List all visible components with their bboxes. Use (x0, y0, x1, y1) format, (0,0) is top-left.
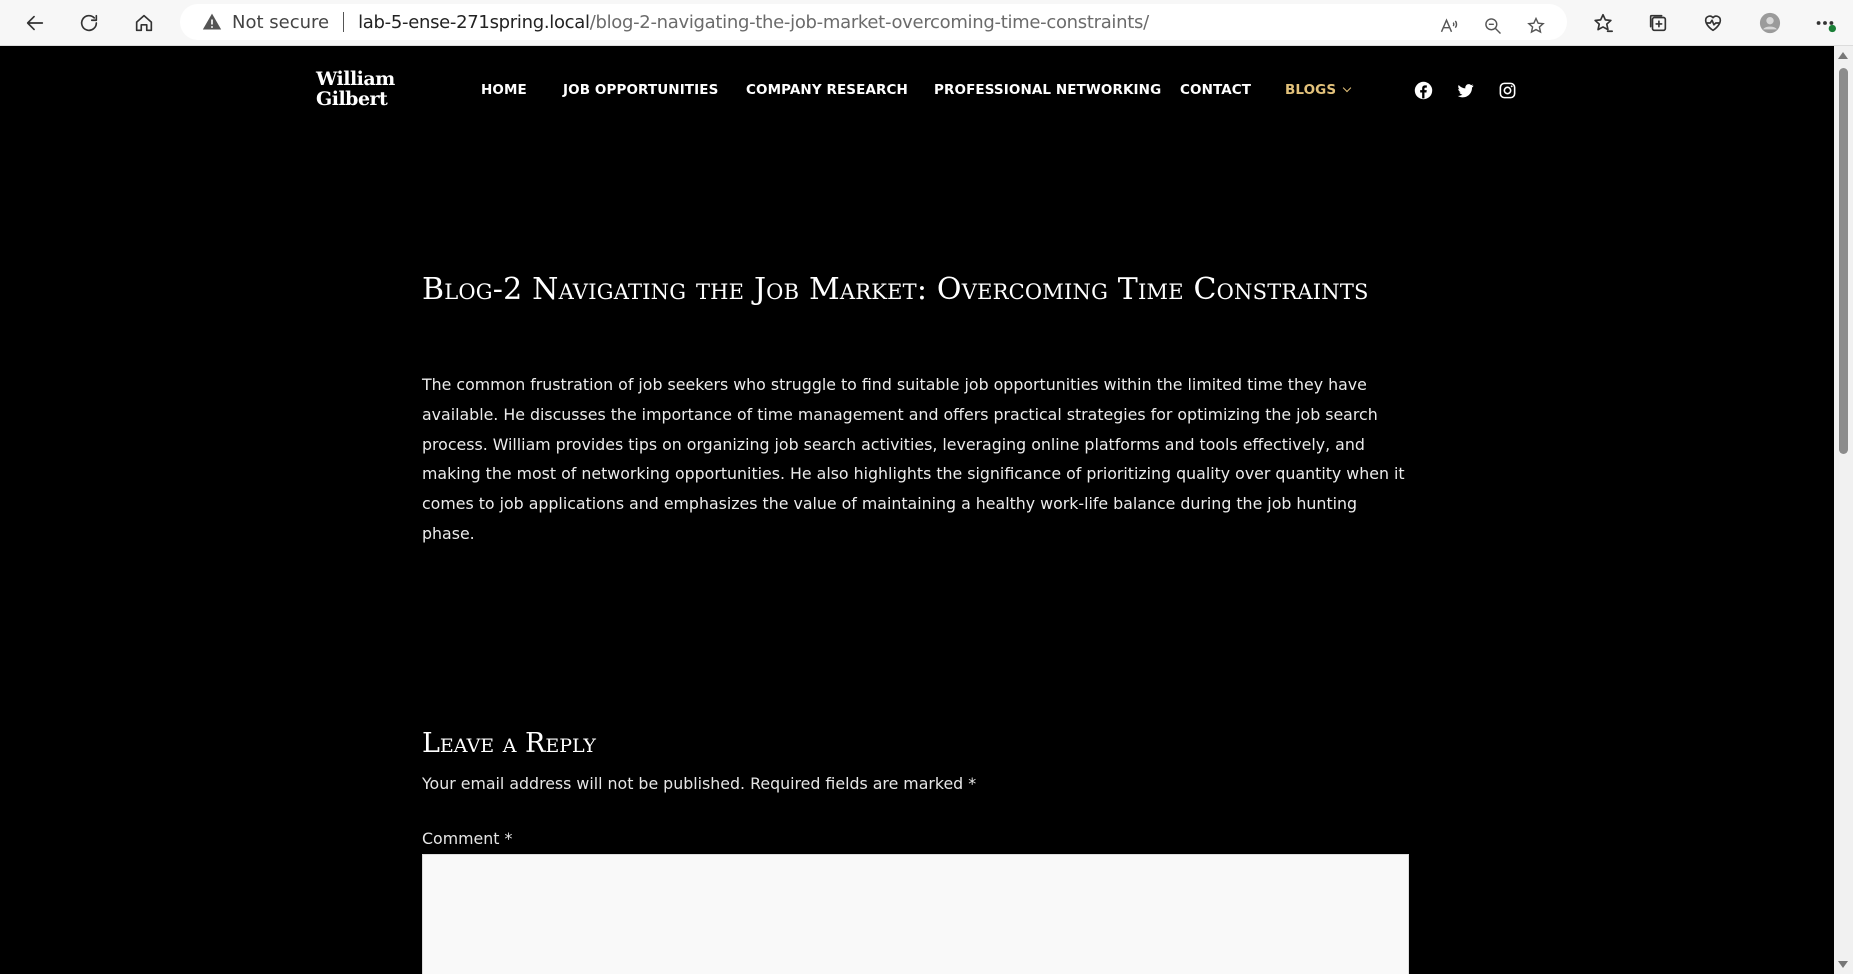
browser-essentials-button[interactable] (1696, 6, 1730, 40)
avatar-icon (1759, 12, 1781, 34)
heart-pulse-icon (1704, 15, 1722, 32)
comment-label-text: Comment (422, 829, 500, 848)
scroll-down-icon[interactable] (1838, 961, 1848, 968)
url-host: lab-5-ense-271spring.local (358, 11, 590, 33)
nav-job-opportunities[interactable]: JOB OPPORTUNITIES (563, 82, 718, 98)
more-icon (1816, 21, 1836, 33)
nav-blogs-label: BLOGS (1285, 82, 1337, 98)
warning-icon (202, 13, 222, 30)
nav-home[interactable]: HOME (481, 82, 527, 98)
nav-blogs[interactable]: BLOGS (1285, 82, 1352, 98)
collections-icon (1649, 14, 1667, 32)
facebook-link[interactable] (1413, 80, 1433, 100)
scroll-up-icon[interactable] (1838, 52, 1848, 59)
arrow-left-icon (26, 15, 44, 31)
twitter-link[interactable] (1455, 80, 1475, 100)
home-icon (135, 14, 153, 32)
security-label[interactable]: Not secure (232, 12, 329, 33)
vertical-scrollbar[interactable] (1834, 46, 1853, 974)
divider (343, 12, 345, 32)
comment-textarea[interactable] (422, 854, 1409, 974)
required-asterisk: * (968, 774, 977, 793)
browser-toolbar: Not secure lab-5-ense-271spring.local/bl… (0, 0, 1853, 46)
add-favorite-button[interactable] (1523, 13, 1549, 39)
read-aloud-button[interactable] (1436, 13, 1462, 39)
reload-icon (80, 14, 98, 32)
nav-professional-networking[interactable]: PROFESSIONAL NETWORKING (934, 82, 1161, 98)
notes-privacy: Your email address will not be published… (422, 774, 746, 793)
required-asterisk: * (504, 829, 513, 848)
url-path: /blog-2-navigating-the-job-market-overco… (589, 11, 1149, 33)
instagram-link[interactable] (1497, 80, 1517, 100)
notes-required: Required fields are marked (750, 774, 964, 793)
twitter-icon (1457, 83, 1473, 97)
star-plus-icon (1527, 16, 1545, 34)
post-title: Blog-2 Navigating the Job Market: Overco… (422, 272, 1369, 307)
instagram-icon (1499, 82, 1515, 98)
scrollbar-thumb[interactable] (1839, 68, 1848, 454)
zoom-out-icon (1485, 18, 1502, 35)
favorites-button[interactable] (1586, 6, 1620, 40)
zoom-button[interactable] (1480, 13, 1506, 39)
profile-button[interactable] (1753, 6, 1787, 40)
settings-menu-button[interactable] (1808, 6, 1842, 40)
facebook-icon (1414, 81, 1432, 99)
read-aloud-icon (1440, 18, 1458, 33)
favorites-icon (1594, 13, 1613, 33)
home-button[interactable] (127, 6, 161, 40)
logo-line-2: Gilbert (316, 88, 388, 110)
post-body: The common frustration of job seekers wh… (422, 375, 1405, 543)
comment-notes: Your email address will not be published… (422, 774, 976, 793)
collections-button[interactable] (1641, 6, 1675, 40)
logo-line-1: William (316, 68, 395, 90)
comment-label: Comment * (422, 829, 512, 848)
reload-button[interactable] (72, 6, 106, 40)
web-page: William Gilbert HOME JOB OPPORTUNITIES C… (0, 46, 1834, 974)
chevron-down-icon (1342, 83, 1352, 93)
nav-company-research[interactable]: COMPANY RESEARCH (746, 82, 908, 98)
back-button[interactable] (18, 6, 52, 40)
nav-contact[interactable]: CONTACT (1180, 82, 1251, 98)
site-logo[interactable]: William Gilbert (316, 69, 395, 109)
address-bar[interactable]: Not secure lab-5-ense-271spring.local/bl… (180, 4, 1567, 40)
url-text[interactable]: lab-5-ense-271spring.local/blog-2-naviga… (358, 12, 1149, 33)
reply-title: Leave a Reply (422, 728, 596, 759)
